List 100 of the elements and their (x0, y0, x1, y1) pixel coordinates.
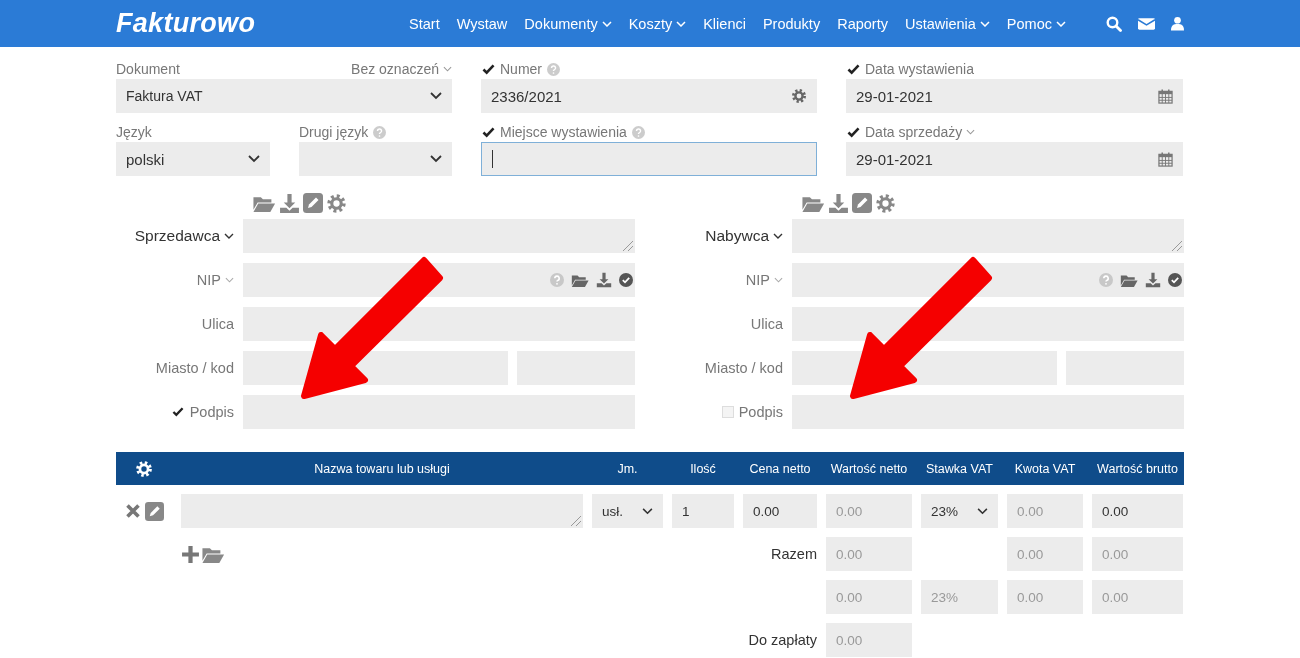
summary-label: Do zapłaty (748, 632, 817, 648)
marking-dropdown[interactable]: Bez oznaczeń (351, 61, 452, 77)
nav-link[interactable]: Raporty (837, 15, 888, 32)
logo[interactable]: Fakturowo (116, 8, 256, 39)
chevron-icon (430, 155, 442, 163)
nip-dropdown[interactable]: NIP (665, 263, 783, 297)
field-label: Miejsce wystawienia (500, 124, 627, 140)
document-select[interactable]: Faktura VAT (116, 79, 452, 113)
table-select[interactable]: usł. (592, 494, 663, 528)
column-header: Wartość netto (829, 461, 909, 476)
field-label: Dokument (116, 61, 180, 77)
party-dropdown[interactable]: Nabywca (665, 219, 783, 253)
field-label: Numer (500, 61, 542, 77)
download-icon[interactable] (596, 272, 612, 288)
field-label: Data wystawienia (865, 61, 974, 77)
signature-field[interactable] (243, 395, 635, 429)
download-icon[interactable] (279, 192, 300, 214)
user-icon[interactable] (1171, 16, 1184, 31)
date-field[interactable]: 29-01-2021 (846, 142, 1183, 176)
field-label[interactable]: Data sprzedaży (865, 124, 976, 140)
table-cell: 0.00 (1007, 580, 1083, 614)
nav-link[interactable]: Produkty (762, 15, 821, 32)
nav-link[interactable]: Ustawienia (904, 15, 990, 32)
chevron-icon (224, 233, 234, 239)
table-cell: 0.00 (826, 623, 912, 657)
calendar-icon[interactable] (1158, 88, 1173, 104)
envelope-icon[interactable] (1138, 16, 1155, 31)
resize-grip-icon[interactable] (569, 514, 581, 526)
table-cell: 0.00 (1092, 537, 1183, 571)
nip-dropdown[interactable]: NIP (116, 263, 234, 297)
table-input[interactable]: 0.00 (1092, 494, 1183, 528)
calendar-icon[interactable] (1158, 151, 1173, 167)
number-field[interactable]: 2336/2021 (481, 79, 817, 113)
place-field[interactable] (481, 142, 817, 176)
table-cell: 0.00 (1007, 494, 1083, 528)
field-label: Podpis (189, 404, 234, 420)
signature-field[interactable] (792, 395, 1184, 429)
field-label: Podpis (738, 404, 783, 420)
chevron-icon (642, 507, 653, 515)
date-field[interactable]: 29-01-2021 (846, 79, 1183, 113)
table-cell: 0.00 (1007, 537, 1083, 571)
resize-grip-icon[interactable] (621, 239, 633, 251)
chevron-icon (225, 277, 234, 283)
table-cell: 0.00 (1092, 580, 1183, 614)
column-header: Cena netto (748, 461, 812, 476)
table-select[interactable]: 23% (921, 494, 998, 528)
column-header: Stawka VAT (925, 461, 994, 476)
table-cell: 0.00 (826, 537, 912, 571)
search-icon[interactable] (1106, 15, 1122, 32)
field-label: Miasto / kod (154, 359, 234, 378)
party-dropdown[interactable]: Sprzedawca (116, 219, 234, 253)
close-icon[interactable] (124, 503, 141, 519)
checkbox[interactable] (481, 62, 495, 76)
download-icon[interactable] (1145, 272, 1161, 288)
nav-link[interactable]: Wystaw (456, 15, 508, 32)
chevron-icon (977, 507, 988, 515)
edit-icon[interactable] (303, 193, 323, 213)
plus-icon[interactable] (181, 544, 200, 564)
chevron-icon (443, 66, 452, 72)
column-header: Ilość (689, 461, 717, 476)
edit-icon[interactable] (144, 501, 164, 521)
column-header: Nazwa towaru lub usługi (313, 461, 451, 476)
table-cell: 23% (921, 580, 998, 614)
chevron-icon (966, 129, 976, 135)
column-header: Kwota VAT (1013, 461, 1077, 476)
checkbox[interactable] (170, 405, 185, 419)
table-input[interactable]: 0.00 (743, 494, 817, 528)
settings-icon[interactable] (791, 88, 807, 104)
chevron-icon (774, 277, 783, 283)
field-label: Drugi język (299, 124, 369, 140)
field-label: Ulica (200, 315, 234, 334)
checkbox[interactable] (721, 406, 734, 418)
field-label: Miasto / kod (703, 359, 783, 378)
check-circle-icon[interactable] (619, 273, 633, 287)
language-select[interactable]: polski (116, 142, 270, 176)
checkbox[interactable] (846, 62, 860, 76)
download-icon[interactable] (828, 192, 849, 214)
resize-grip-icon[interactable] (1170, 239, 1182, 251)
field-label: Ulica (749, 315, 783, 334)
nav-link[interactable]: Dokumenty (524, 15, 612, 32)
chevron-icon (430, 92, 442, 100)
check-circle-icon[interactable] (1168, 273, 1182, 287)
nav-link[interactable]: Pomoc (1006, 15, 1066, 32)
nav-link[interactable]: Koszty (628, 15, 687, 32)
checkbox[interactable] (481, 125, 495, 139)
nav-link[interactable]: Start (409, 15, 440, 32)
summary-label: Razem (771, 546, 817, 562)
column-header: Wartość brutto (1096, 461, 1179, 476)
chevron-icon (773, 233, 783, 239)
nip-field[interactable] (243, 263, 635, 297)
chevron-icon (248, 155, 260, 163)
table-cell: 0.00 (826, 580, 912, 614)
table-cell: 0.00 (826, 494, 912, 528)
nav-link[interactable]: Klienci (703, 15, 746, 32)
checkbox[interactable] (846, 125, 860, 139)
nip-field[interactable] (792, 263, 1184, 297)
column-header: Jm. (616, 461, 639, 476)
table-input[interactable]: 1 (672, 494, 734, 528)
edit-icon[interactable] (852, 193, 872, 213)
field-label: Język (116, 124, 152, 140)
